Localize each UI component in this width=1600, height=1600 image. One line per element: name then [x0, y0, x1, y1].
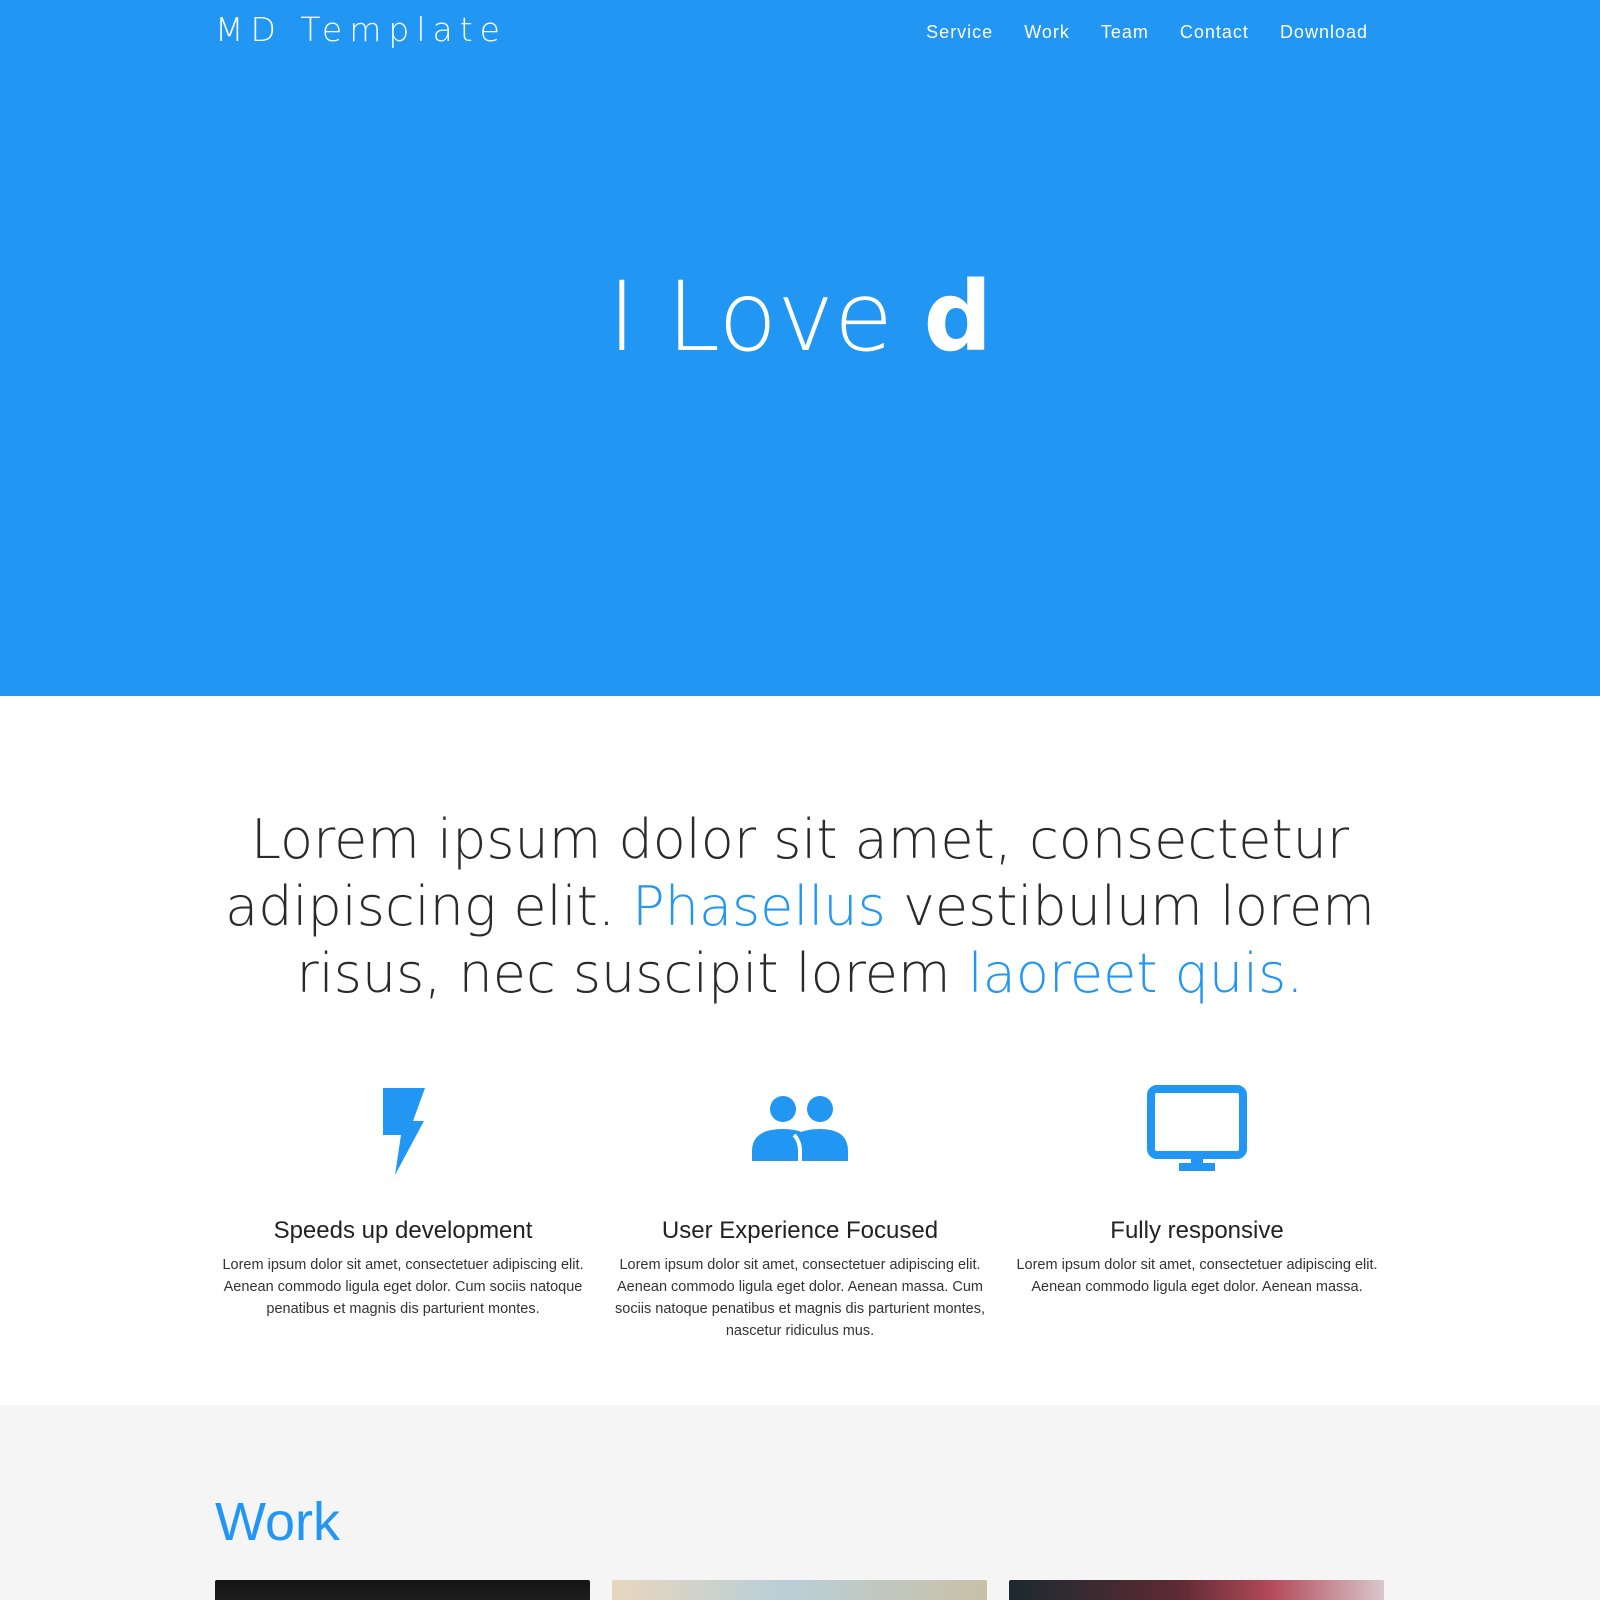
work-thumbnail[interactable]	[612, 1580, 987, 1600]
feature-title: Fully responsive	[1110, 1217, 1284, 1244]
feature-description: Lorem ipsum dolor sit amet, consectetuer…	[222, 1257, 584, 1317]
feature-title: User Experience Focused	[661, 1217, 939, 1244]
nav-link-contact[interactable]: Contact	[1180, 20, 1249, 44]
nav-link-team[interactable]: Team	[1101, 20, 1149, 44]
intro-highlight-1: Phasellus	[632, 875, 886, 938]
feature-description: Lorem ipsum dolor sit amet, consectetuer…	[1016, 1257, 1378, 1295]
work-title: Work	[215, 1492, 341, 1552]
feature-responsive: Fully responsive Lorem ipsum dolor sit a…	[1009, 1085, 1385, 1342]
hero-section: MD Template Service Work Team Contact Do…	[0, 0, 1600, 696]
work-thumbnail[interactable]	[1009, 1580, 1384, 1600]
feature-title: Speeds up development	[273, 1217, 533, 1244]
nav-link-download[interactable]: Download	[1280, 20, 1368, 44]
nav-link-work[interactable]: Work	[1024, 20, 1070, 44]
page: MD Template Service Work Team Contact Do…	[0, 0, 1600, 1600]
brand-logo[interactable]: MD Template	[215, 10, 507, 49]
feature-ux: User Experience Focused Lorem ipsum dolo…	[612, 1085, 988, 1342]
feature-speed: Speeds up development Lorem ipsum dolor …	[215, 1085, 591, 1342]
lightning-bolt-icon	[215, 1085, 591, 1177]
hero-title-light: I Love	[607, 261, 924, 373]
hero-title: I Love d	[0, 262, 1600, 372]
nav-link-service[interactable]: Service	[926, 20, 993, 44]
people-group-icon	[612, 1085, 988, 1177]
features-row: Speeds up development Lorem ipsum dolor …	[215, 1085, 1385, 1342]
hero-title-bold: d	[923, 261, 993, 373]
feature-description: Lorem ipsum dolor sit amet, consectetuer…	[615, 1257, 985, 1339]
main-nav: Service Work Team Contact Download	[895, 20, 1368, 44]
intro-statement: Lorem ipsum dolor sit amet, consectetur …	[200, 806, 1400, 1007]
work-thumbnail[interactable]	[215, 1580, 590, 1600]
desktop-monitor-icon	[1009, 1085, 1385, 1177]
intro-highlight-2: laoreet quis.	[967, 942, 1304, 1005]
work-section: Work	[0, 1405, 1600, 1600]
